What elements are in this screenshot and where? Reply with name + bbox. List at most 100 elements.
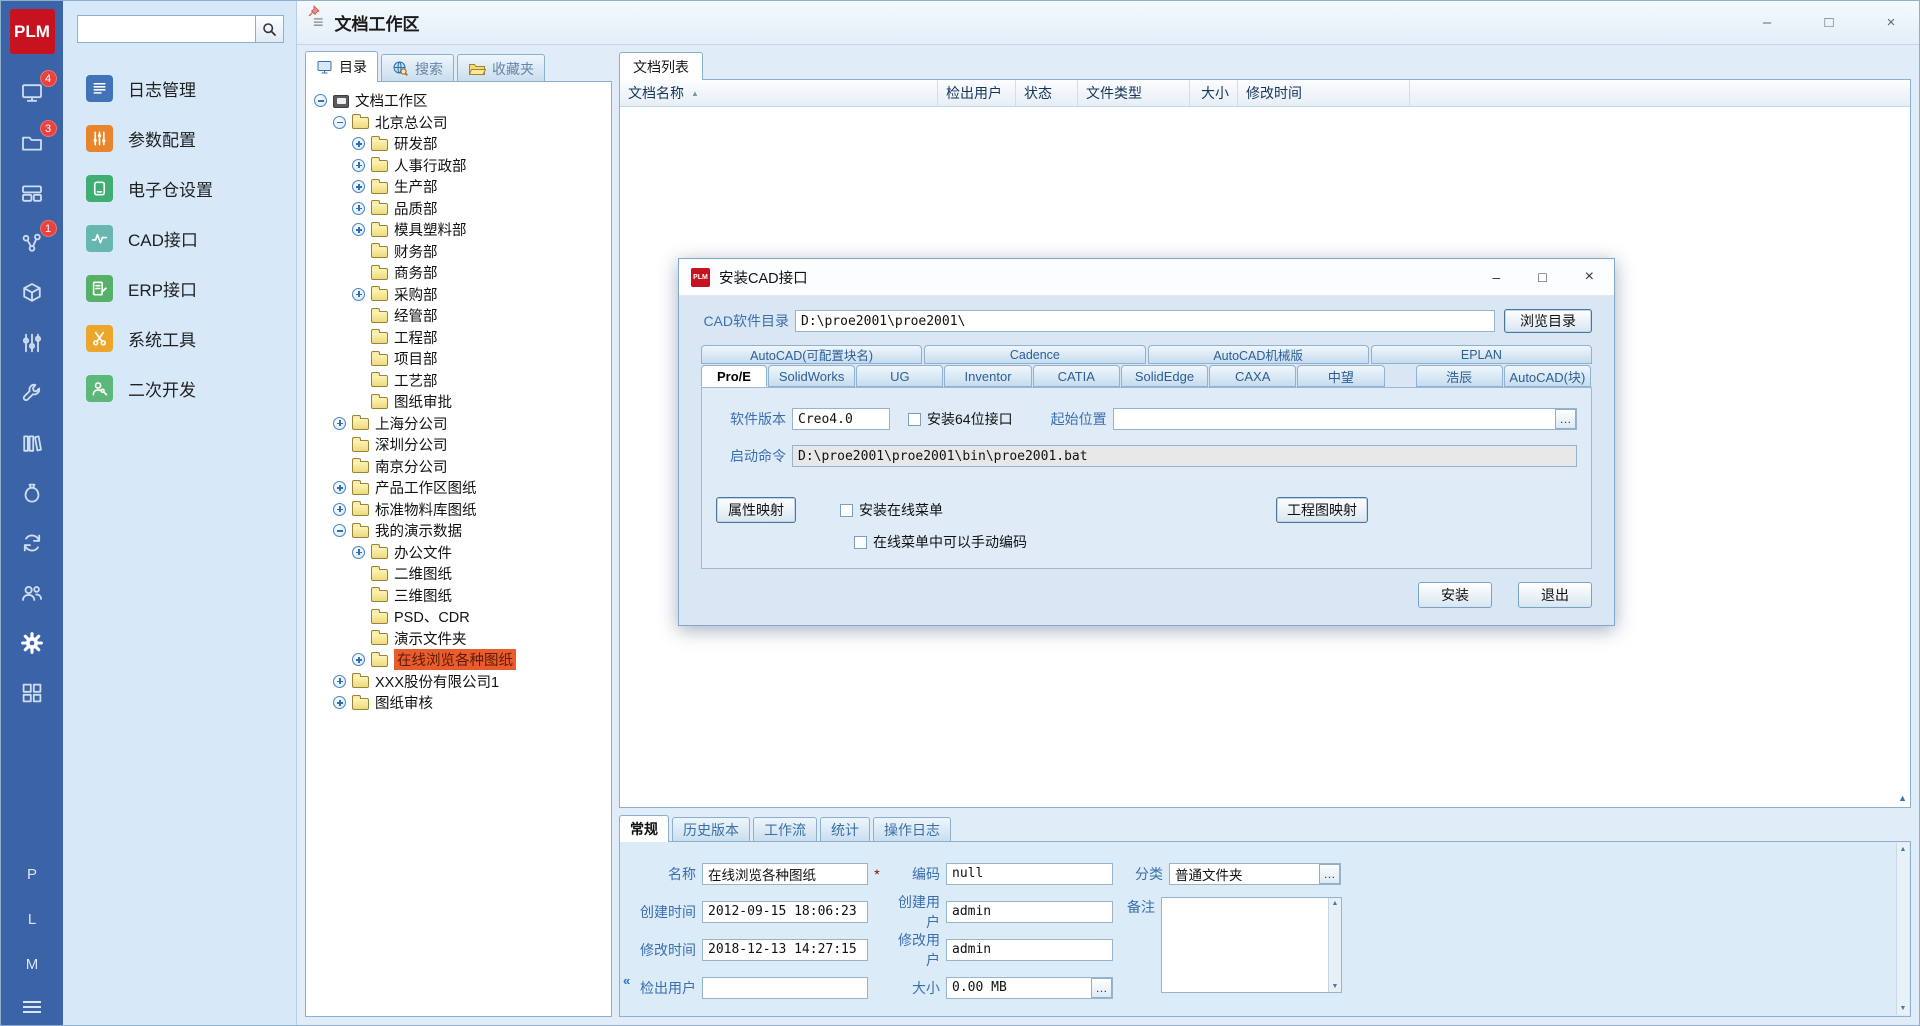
install-button[interactable]: 安装 <box>1418 582 1492 608</box>
created-user-field[interactable] <box>946 901 1113 923</box>
manual-code-label[interactable]: 在线菜单中可以手动编码 <box>873 532 1027 552</box>
column-header[interactable]: 文件类型 ▲ <box>1078 80 1190 106</box>
tree-expander-icon[interactable] <box>314 94 327 107</box>
tree-expander-icon[interactable] <box>352 159 365 172</box>
cad-tab[interactable]: Cadence <box>924 345 1145 364</box>
maximize-button[interactable]: □ <box>1815 14 1843 31</box>
cad-tab[interactable]: 中望 <box>1297 365 1384 387</box>
cad-tab[interactable]: CATIA <box>1033 365 1120 387</box>
tree-node[interactable]: 经管部 <box>308 305 609 327</box>
properties-tab[interactable]: 工作流 <box>753 817 817 842</box>
tree-expander-icon[interactable] <box>352 546 365 559</box>
tab-search[interactable]: 搜索 <box>381 54 454 82</box>
nav-item-evault-settings[interactable]: 电子仓设置 <box>77 175 284 202</box>
tree-node[interactable]: 图纸审核 <box>308 692 609 714</box>
tree-node[interactable]: 标准物料库图纸 <box>308 499 609 521</box>
cad-tab[interactable]: AutoCAD(块) <box>1504 365 1591 387</box>
cad-tab[interactable]: 浩辰 <box>1416 365 1503 387</box>
tree-expander-icon[interactable] <box>352 288 365 301</box>
nav-item-cad-interface[interactable]: CAD接口 <box>77 225 284 252</box>
search-input[interactable] <box>77 15 256 43</box>
tree-node[interactable]: 三维图纸 <box>308 585 609 607</box>
tree-node[interactable]: 品质部 <box>308 198 609 220</box>
properties-tab[interactable]: 统计 <box>820 817 870 842</box>
start-location-field[interactable] <box>1113 408 1577 430</box>
close-button[interactable]: × <box>1877 14 1905 31</box>
tree-node[interactable]: 在线浏览各种图纸 <box>308 649 609 671</box>
tree-node[interactable]: 办公文件 <box>308 542 609 564</box>
tree-node[interactable]: 工艺部 <box>308 370 609 392</box>
folder-rail-icon[interactable]: 3 <box>18 128 47 157</box>
cad-tab[interactable]: AutoCAD(可配置块名) <box>701 345 922 364</box>
tree-expander-icon[interactable] <box>333 481 346 494</box>
tree-node[interactable]: 南京分公司 <box>308 456 609 478</box>
tree-node[interactable]: 人事行政部 <box>308 155 609 177</box>
name-field[interactable] <box>702 863 868 885</box>
manual-code-checkbox[interactable] <box>854 536 867 549</box>
column-header[interactable]: 状态 ▲ <box>1016 80 1078 106</box>
cad-tab[interactable]: EPLAN <box>1371 345 1592 364</box>
tree-node[interactable]: 上海分公司 <box>308 413 609 435</box>
menu-icon[interactable] <box>23 1001 41 1013</box>
install-64bit-label[interactable]: 安装64位接口 <box>927 409 1013 429</box>
monitor-icon[interactable]: 4 <box>18 78 47 107</box>
dashboard-icon[interactable] <box>18 178 47 207</box>
code-field[interactable] <box>946 863 1113 885</box>
tree-expander-icon[interactable] <box>333 675 346 688</box>
tree-node[interactable]: 产品工作区图纸 <box>308 477 609 499</box>
cad-tab[interactable]: SolidEdge <box>1121 365 1208 387</box>
start-location-browse-button[interactable]: … <box>1555 409 1576 429</box>
tree-node[interactable]: PSD、CDR <box>308 606 609 628</box>
rail-letter-l[interactable]: L <box>28 911 36 928</box>
library-icon[interactable] <box>18 428 47 457</box>
tree-expander-icon[interactable] <box>352 653 365 666</box>
start-command-field[interactable] <box>792 445 1577 467</box>
cad-dir-field[interactable] <box>795 310 1495 332</box>
tree-node[interactable]: 深圳分公司 <box>308 434 609 456</box>
tab-document-list[interactable]: 文档列表 <box>619 52 703 80</box>
browse-dir-button[interactable]: 浏览目录 <box>1504 309 1592 333</box>
checkout-user-field[interactable] <box>702 977 868 999</box>
minimize-button[interactable]: – <box>1492 269 1500 285</box>
tree-expander-icon[interactable] <box>333 696 346 709</box>
column-header[interactable]: 检出用户 ▲ <box>938 80 1016 106</box>
column-header[interactable]: 大小 ▲ <box>1190 80 1238 106</box>
version-combo[interactable] <box>792 408 890 430</box>
tree-node[interactable]: 采购部 <box>308 284 609 306</box>
tree-node[interactable]: XXX股份有限公司1 <box>308 671 609 693</box>
tree-expander-icon[interactable] <box>352 180 365 193</box>
tree-expander-icon[interactable] <box>333 503 346 516</box>
nav-item-erp-interface[interactable]: ERP接口 <box>77 275 284 302</box>
close-button[interactable]: × <box>1585 268 1594 286</box>
modified-user-field[interactable] <box>946 939 1113 961</box>
users-icon[interactable] <box>18 578 47 607</box>
modified-time-field[interactable] <box>702 939 868 961</box>
category-browse-button[interactable]: … <box>1319 864 1340 884</box>
gear-icon[interactable] <box>18 628 47 657</box>
rail-letter-m[interactable]: M <box>26 956 39 973</box>
tree-node[interactable]: 模具塑料部 <box>308 219 609 241</box>
scroll-up-icon[interactable]: ▲ <box>1898 793 1907 803</box>
tab-favorites[interactable]: 收藏夹 <box>457 54 545 82</box>
scroll-down-icon[interactable]: ▼ <box>1900 1005 1907 1012</box>
online-menu-checkbox[interactable] <box>840 504 853 517</box>
tree-node[interactable]: 二维图纸 <box>308 563 609 585</box>
drawing-map-button[interactable]: 工程图映射 <box>1276 497 1368 523</box>
tree-node[interactable]: 财务部 <box>308 241 609 263</box>
tab-directory[interactable]: 目录 <box>305 51 378 82</box>
tree-expander-icon[interactable] <box>352 137 365 150</box>
nav-item-param-config[interactable]: 参数配置 <box>77 125 284 152</box>
size-browse-button[interactable]: … <box>1091 978 1112 998</box>
nav-item-system-tools[interactable]: 系统工具 <box>77 325 284 352</box>
note-scrollbar[interactable]: ▲ ▼ <box>1328 898 1341 992</box>
scroll-up-icon[interactable]: ▲ <box>1900 846 1907 853</box>
maximize-button[interactable]: □ <box>1538 269 1546 285</box>
properties-tab[interactable]: 常规 <box>619 815 669 842</box>
minimize-button[interactable]: – <box>1753 14 1781 31</box>
collapse-panel-icon[interactable]: « <box>623 973 630 988</box>
cad-tab[interactable]: SolidWorks <box>768 365 855 387</box>
rail-letter-p[interactable]: P <box>27 866 37 883</box>
tree-expander-icon[interactable] <box>333 417 346 430</box>
tree-node[interactable]: 商务部 <box>308 262 609 284</box>
size-field[interactable] <box>946 977 1113 999</box>
